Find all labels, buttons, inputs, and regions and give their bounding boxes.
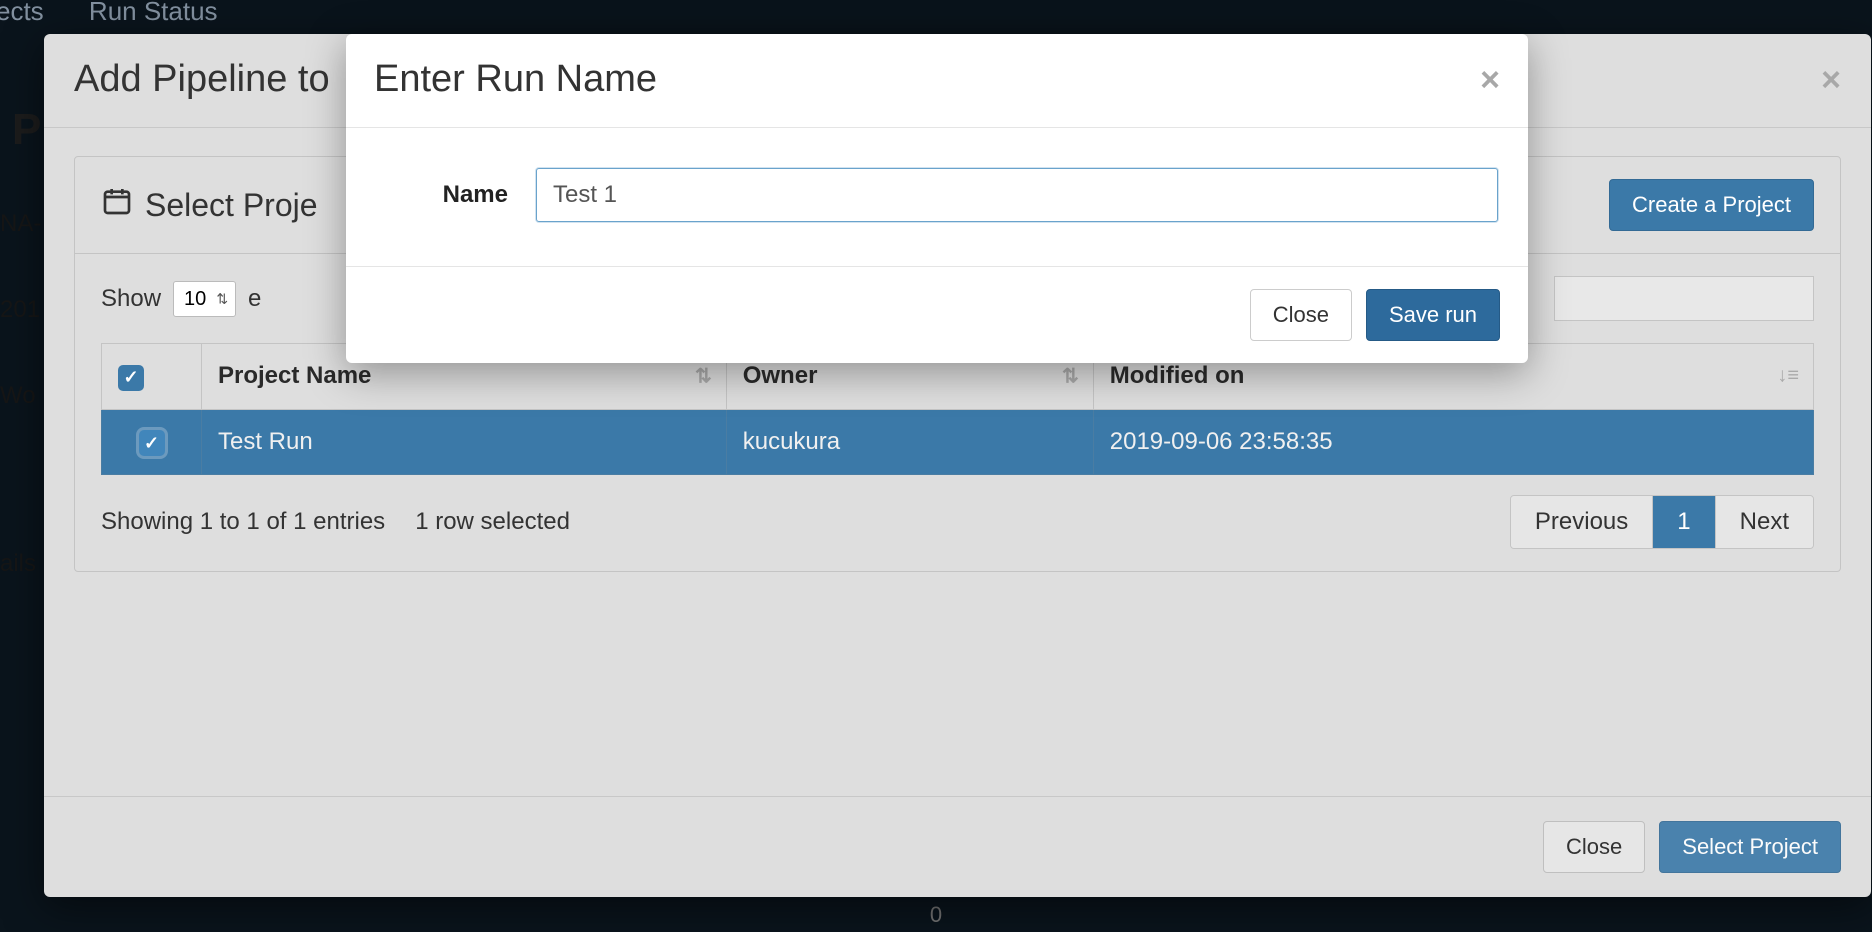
- name-label: Name: [376, 181, 536, 209]
- table-search: [1554, 276, 1814, 321]
- close-button[interactable]: Close: [1250, 289, 1352, 341]
- pagination: Previous 1 Next: [1510, 495, 1814, 549]
- sort-desc-icon: ↓≡: [1777, 365, 1799, 388]
- next-button[interactable]: Next: [1716, 496, 1813, 548]
- close-icon[interactable]: ×: [1821, 63, 1841, 97]
- prev-button[interactable]: Previous: [1511, 496, 1653, 548]
- table-info: Showing 1 to 1 of 1 entries 1 row select…: [101, 508, 570, 536]
- inner-modal-header: Enter Run Name ×: [346, 34, 1528, 128]
- checkbox-icon[interactable]: [139, 430, 165, 456]
- col-label: Project Name: [218, 362, 371, 389]
- modal-title: Add Pipeline to: [74, 58, 330, 101]
- selection-info: 1 row selected: [415, 508, 570, 536]
- inner-modal-footer: Close Save run: [346, 266, 1528, 363]
- select-project-button[interactable]: Select Project: [1659, 821, 1841, 873]
- table-length: Show 10 e: [101, 281, 261, 317]
- table-row[interactable]: Test Run kucukura 2019-09-06 23:58:35: [102, 409, 1814, 475]
- entries-info: Showing 1 to 1 of 1 entries: [101, 508, 385, 536]
- entries-select[interactable]: 10: [173, 281, 236, 317]
- col-label: Modified on: [1110, 362, 1245, 389]
- close-button[interactable]: Close: [1543, 821, 1645, 873]
- col-label: Owner: [743, 362, 818, 389]
- modal-footer: Close Select Project: [44, 796, 1871, 897]
- save-run-button[interactable]: Save run: [1366, 289, 1500, 341]
- search-input[interactable]: [1554, 276, 1814, 321]
- row-checkbox-cell[interactable]: [102, 409, 202, 475]
- cell-owner: kucukura: [726, 409, 1093, 475]
- cell-modified: 2019-09-06 23:58:35: [1093, 409, 1813, 475]
- show-label: Show: [101, 285, 161, 313]
- run-name-input[interactable]: [536, 168, 1498, 222]
- create-project-button[interactable]: Create a Project: [1609, 179, 1814, 231]
- table-footer: Showing 1 to 1 of 1 entries 1 row select…: [101, 495, 1814, 549]
- sort-icon: ⇅: [1062, 364, 1079, 389]
- inner-modal-title: Enter Run Name: [374, 58, 657, 101]
- panel-title-text: Select Proje: [145, 187, 318, 224]
- sort-icon: ⇅: [695, 364, 712, 389]
- close-icon[interactable]: ×: [1480, 63, 1500, 97]
- page-button[interactable]: 1: [1653, 496, 1715, 548]
- checkbox-icon[interactable]: [118, 365, 144, 391]
- panel-title: Select Proje: [101, 185, 318, 225]
- cell-project-name: Test Run: [202, 409, 727, 475]
- col-checkbox[interactable]: [102, 344, 202, 410]
- name-form-row: Name: [376, 168, 1498, 222]
- inner-modal-body: Name: [346, 128, 1528, 266]
- calendar-icon: [101, 185, 133, 225]
- enter-run-name-modal: Enter Run Name × Name Close Save run: [346, 34, 1528, 363]
- entries-label: e: [248, 285, 261, 313]
